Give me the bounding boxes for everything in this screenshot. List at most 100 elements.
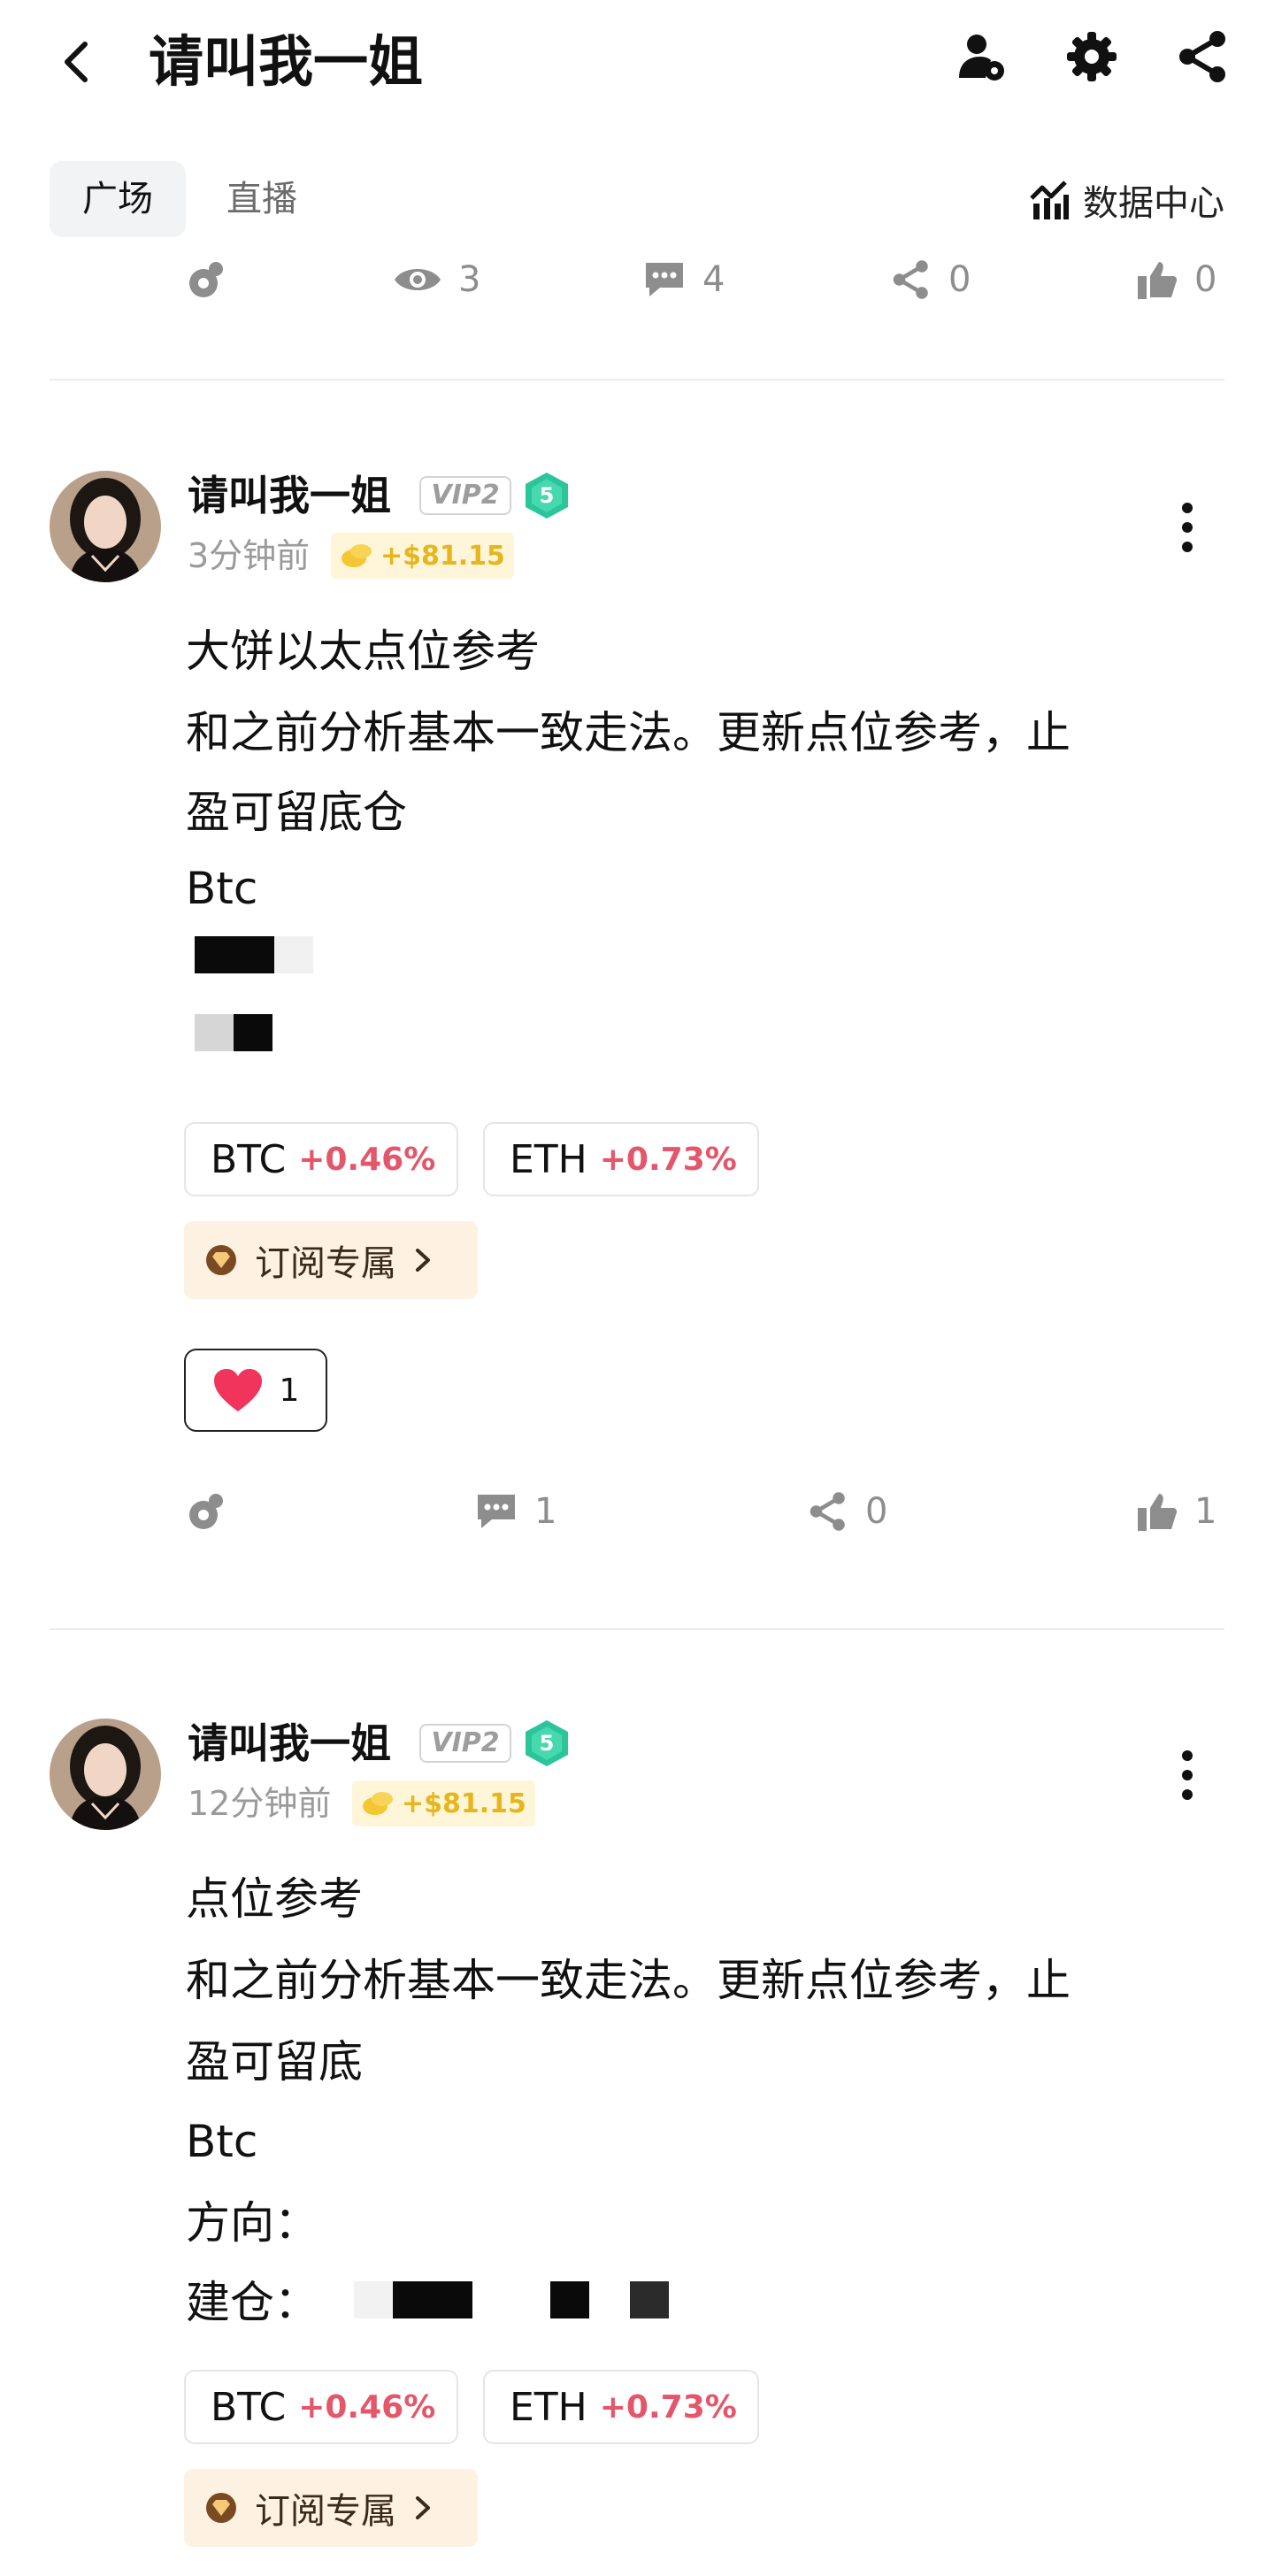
ticker-eth[interactable]: ETH +0.73% — [483, 2370, 759, 2444]
likes-count: 1 — [1194, 1491, 1217, 1532]
comments-count: 1 — [534, 1491, 557, 1532]
page-title: 请叫我一姐 — [149, 29, 424, 94]
ticker-symbol: BTC — [211, 1136, 287, 1182]
profit-badge: +$81.15 — [331, 533, 514, 579]
post-text-line: 和之前分析基本一致走法。更新点位参考，止 — [186, 707, 1071, 758]
post-text-line: 和之前分析基本一致走法。更新点位参考，止 — [186, 1955, 1071, 2006]
reaction-heart-button[interactable]: 1 — [184, 1349, 327, 1432]
comment-icon — [646, 263, 683, 296]
ticker-symbol: ETH — [510, 1136, 587, 1182]
like-button[interactable]: 0 — [1136, 251, 1216, 308]
redacted-block — [195, 936, 274, 973]
post-text-line: 大饼以太点位参考 — [186, 626, 540, 677]
vip-badge: VIP2 — [419, 1724, 511, 1763]
chevron-right-icon — [416, 2496, 430, 2519]
diamond-icon — [206, 1245, 236, 1275]
top-bar: 请叫我一姐 — [0, 0, 1274, 124]
redacted-block — [630, 2281, 669, 2318]
ticker-symbol: BTC — [211, 2384, 287, 2430]
eye-icon — [395, 269, 441, 290]
comments-button[interactable]: 1 — [474, 1483, 556, 1540]
comments-count: 4 — [702, 259, 725, 300]
views-stat: 3 — [393, 251, 480, 308]
redacted-block — [393, 2281, 472, 2318]
share-icon — [893, 260, 928, 299]
gear-icon[interactable] — [1063, 28, 1120, 85]
redacted-block — [234, 1014, 272, 1051]
coin-icon — [189, 262, 223, 297]
profit-value: +$81.15 — [380, 540, 505, 572]
more-vertical-icon[interactable] — [1177, 499, 1198, 556]
subscribe-label: 订阅专属 — [255, 1243, 396, 1284]
comments-button[interactable]: 4 — [642, 251, 725, 308]
like-icon — [1138, 1494, 1177, 1531]
level-badge: 5 — [526, 473, 568, 519]
subscribe-label: 订阅专属 — [255, 2491, 396, 2532]
svg-text:5: 5 — [540, 1731, 555, 1756]
share-icon — [810, 1492, 845, 1531]
redacted-block — [195, 1014, 234, 1051]
profit-value: +$81.15 — [402, 1788, 526, 1819]
share-icon[interactable] — [1175, 28, 1232, 85]
post-text-line: 方向： — [186, 2197, 318, 2249]
post-text-line: 盈可留底仓 — [186, 787, 407, 838]
ticker-btc[interactable]: BTC +0.46% — [184, 2370, 458, 2444]
post-stats-bar: 1 0 1 — [0, 1483, 1274, 1540]
redacted-block — [354, 2281, 393, 2318]
profit-badge: +$81.15 — [352, 1780, 535, 1826]
likes-count: 0 — [1194, 259, 1217, 300]
post-text-line: Btc — [186, 2116, 258, 2167]
user-settings-icon[interactable] — [954, 28, 1010, 85]
post-time: 3分钟前 — [188, 536, 311, 575]
post-text-line: 建仓： — [186, 2277, 318, 2328]
heart-icon — [213, 1369, 262, 1411]
ticker-eth[interactable]: ETH +0.73% — [483, 1122, 759, 1196]
data-center-label: 数据中心 — [1083, 183, 1224, 224]
tab-live[interactable]: 直播 — [226, 161, 297, 237]
reaction-count: 1 — [279, 1372, 300, 1409]
subscribe-exclusive-button[interactable]: 订阅专属 — [184, 2469, 478, 2547]
ticker-change: +0.73% — [599, 1141, 737, 1178]
redacted-block — [274, 936, 313, 973]
divider — [50, 379, 1224, 381]
author-name[interactable]: 请叫我一姐 — [188, 469, 391, 522]
coin-button[interactable] — [186, 251, 228, 308]
coin-button[interactable] — [186, 1483, 228, 1540]
coin-stack-icon — [363, 1792, 393, 1815]
coin-icon — [189, 1494, 223, 1529]
vip-badge: VIP2 — [419, 476, 511, 515]
coin-stack-icon — [342, 544, 372, 567]
comment-icon — [478, 1495, 515, 1528]
shares-count: 0 — [948, 259, 971, 300]
post-time: 12分钟前 — [188, 1784, 332, 1823]
like-button[interactable]: 1 — [1136, 1483, 1216, 1540]
like-icon — [1138, 262, 1177, 299]
post-text-line: Btc — [186, 863, 258, 910]
post-text-line: 点位参考 — [186, 1873, 363, 1925]
subscribe-exclusive-button[interactable]: 订阅专属 — [184, 1221, 478, 1299]
share-button[interactable]: 0 — [890, 251, 971, 308]
ticker-btc[interactable]: BTC +0.46% — [184, 1122, 458, 1196]
shares-count: 0 — [865, 1491, 888, 1532]
avatar[interactable] — [50, 471, 161, 582]
data-center-link[interactable]: 数据中心 — [1028, 168, 1224, 232]
ticker-change: +0.73% — [599, 2388, 737, 2426]
chart-icon — [1030, 181, 1069, 219]
tab-square[interactable]: 广场 — [50, 161, 186, 237]
more-vertical-icon[interactable] — [1177, 1747, 1198, 1803]
chevron-right-icon — [416, 1249, 430, 1272]
ticker-symbol: ETH — [510, 2384, 587, 2430]
ticker-change: +0.46% — [298, 1141, 436, 1178]
redacted-block — [550, 2281, 589, 2318]
svg-text:5: 5 — [540, 483, 555, 508]
divider — [50, 1628, 1224, 1630]
post-stats-bar: 3 4 0 0 — [0, 251, 1274, 308]
ticker-change: +0.46% — [298, 2388, 436, 2426]
diamond-icon — [206, 2493, 236, 2523]
avatar[interactable] — [50, 1719, 161, 1830]
author-name[interactable]: 请叫我一姐 — [188, 1717, 391, 1770]
back-arrow-icon[interactable] — [55, 35, 97, 88]
views-count: 3 — [458, 259, 481, 300]
post-text-line: 盈可留底 — [186, 2036, 363, 2088]
share-button[interactable]: 0 — [807, 1483, 887, 1540]
